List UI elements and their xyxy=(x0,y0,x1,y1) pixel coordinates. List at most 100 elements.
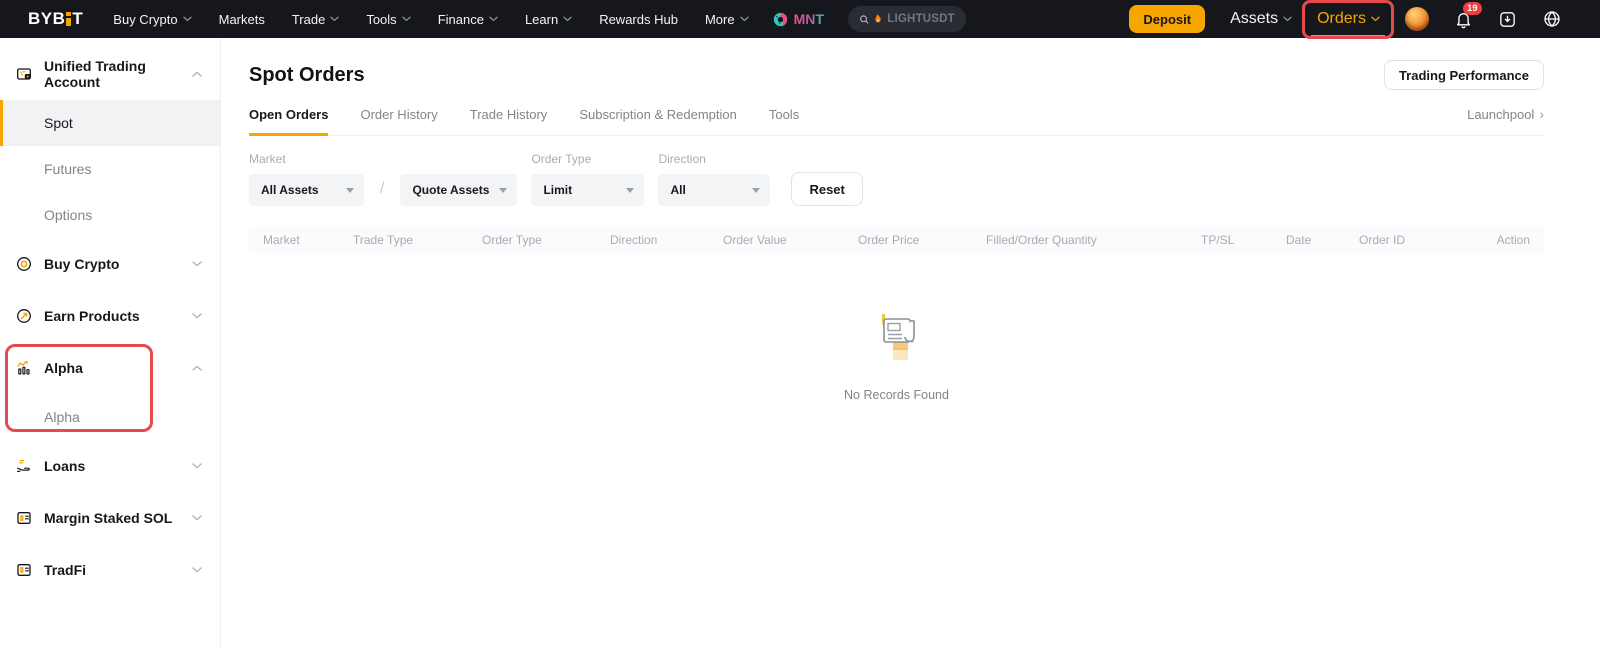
empty-state: No Records Found xyxy=(249,308,1544,402)
globe-icon xyxy=(1542,9,1562,29)
nav-item-label: Trade xyxy=(292,12,325,27)
base-asset-select[interactable]: All Assets xyxy=(249,174,364,206)
sidebar-item-label: Futures xyxy=(44,161,91,177)
nav-item-label: Markets xyxy=(219,12,265,27)
trading-performance-button[interactable]: Trading Performance xyxy=(1384,60,1544,90)
column-header-tp-sl: TP/SL xyxy=(1201,233,1286,247)
nav-menu: Buy Crypto Markets Trade Tools Finance L… xyxy=(113,12,748,27)
mnt-token-label: MNT xyxy=(794,11,824,27)
chevron-down-icon xyxy=(192,313,202,319)
nav-item-learn[interactable]: Learn xyxy=(525,12,572,27)
column-header-filled-order-quantity: Filled/Order Quantity xyxy=(986,233,1201,247)
orders-menu[interactable]: Orders xyxy=(1317,10,1380,28)
search-input[interactable]: LIGHTUSDT xyxy=(848,6,966,32)
search-placeholder: LIGHTUSDT xyxy=(887,13,955,25)
column-header-order-type: Order Type xyxy=(482,233,610,247)
download-app-button[interactable] xyxy=(1498,10,1517,29)
page-title: Spot Orders xyxy=(249,64,365,87)
sidebar-item-earn-products[interactable]: Earn Products xyxy=(0,290,220,342)
nav-item-finance[interactable]: Finance xyxy=(438,12,498,27)
nav-item-more[interactable]: More xyxy=(705,12,749,27)
tradfi-icon xyxy=(16,562,32,578)
tabs: Open Orders Order History Trade History … xyxy=(249,107,799,135)
order-type-select[interactable]: Limit xyxy=(531,174,644,206)
flame-icon xyxy=(874,13,882,25)
sidebar-item-options[interactable]: Options xyxy=(0,192,220,238)
filters-bar: Market All Assets / Quote Assets Order T… xyxy=(249,152,1544,206)
caret-down-icon xyxy=(499,188,507,193)
tabs-row: Open Orders Order History Trade History … xyxy=(249,106,1544,136)
sidebar: Unified Trading Account Spot Futures Opt… xyxy=(0,38,221,647)
caret-down-icon xyxy=(626,188,634,193)
column-header-order-price: Order Price xyxy=(858,233,986,247)
sidebar-item-label: Alpha xyxy=(44,360,83,376)
chevron-down-icon xyxy=(1371,16,1380,22)
sidebar-item-tradfi[interactable]: TradFi xyxy=(0,544,220,596)
sidebar-item-alpha-sub[interactable]: Alpha xyxy=(0,394,220,440)
search-icon xyxy=(859,13,869,26)
nav-item-tools[interactable]: Tools xyxy=(366,12,410,27)
reset-button[interactable]: Reset xyxy=(791,172,862,206)
chevron-down-icon xyxy=(192,261,202,267)
notifications-button[interactable]: 19 xyxy=(1454,10,1473,29)
chevron-down-icon xyxy=(192,515,202,521)
market-filter-group: Market All Assets xyxy=(249,152,364,206)
sidebar-item-futures[interactable]: Futures xyxy=(0,146,220,192)
buy-crypto-icon xyxy=(16,256,32,272)
nav-item-trade[interactable]: Trade xyxy=(292,12,339,27)
sidebar-item-label: Earn Products xyxy=(44,308,140,324)
column-header-trade-type: Trade Type xyxy=(353,233,482,247)
tab-order-history[interactable]: Order History xyxy=(360,107,437,135)
sidebar-item-label: Options xyxy=(44,207,92,223)
caret-down-icon xyxy=(752,188,760,193)
sidebar-item-unified-trading-account[interactable]: Unified Trading Account xyxy=(0,48,220,100)
empty-state-message: No Records Found xyxy=(844,388,949,402)
nav-item-buy-crypto[interactable]: Buy Crypto xyxy=(113,12,191,27)
order-type-filter-label: Order Type xyxy=(531,152,644,166)
direction-select[interactable]: All xyxy=(658,174,770,206)
chevron-down-icon xyxy=(330,16,339,22)
sidebar-item-loans[interactable]: Loans xyxy=(0,440,220,492)
column-header-action: Action xyxy=(1478,233,1530,247)
sidebar-alpha-group: Alpha Alpha xyxy=(0,342,220,440)
chevron-down-icon xyxy=(1283,16,1292,22)
chevron-right-icon: › xyxy=(1539,106,1544,122)
nav-item-rewards-hub[interactable]: Rewards Hub xyxy=(599,12,678,27)
column-header-direction: Direction xyxy=(610,233,723,247)
nav-item-label: Rewards Hub xyxy=(599,12,678,27)
direction-filter-group: Direction All xyxy=(658,152,770,206)
deposit-button[interactable]: Deposit xyxy=(1129,5,1205,33)
page-header: Spot Orders Trading Performance xyxy=(249,60,1544,90)
tab-trade-history[interactable]: Trade History xyxy=(470,107,548,135)
sidebar-item-buy-crypto[interactable]: Buy Crypto xyxy=(0,238,220,290)
no-records-icon xyxy=(871,308,923,364)
mnt-token-link[interactable]: MNT xyxy=(773,11,824,27)
market-filter-label: Market xyxy=(249,152,364,166)
base-asset-value: All Assets xyxy=(261,183,319,197)
tab-subscription-redemption[interactable]: Subscription & Redemption xyxy=(579,107,737,135)
chevron-down-icon xyxy=(192,567,202,573)
nav-item-label: Tools xyxy=(366,12,396,27)
avatar[interactable] xyxy=(1405,7,1429,31)
sidebar-item-spot[interactable]: Spot xyxy=(0,100,220,146)
chevron-down-icon xyxy=(402,16,411,22)
column-header-order-value: Order Value xyxy=(723,233,858,247)
launchpool-label: Launchpool xyxy=(1467,107,1534,122)
language-button[interactable] xyxy=(1542,9,1562,29)
quote-asset-select[interactable]: Quote Assets xyxy=(400,174,517,206)
direction-value: All xyxy=(670,183,685,197)
launchpool-link[interactable]: Launchpool › xyxy=(1467,106,1544,135)
bybit-logo[interactable]: BYB T xyxy=(28,9,83,29)
column-header-order-id: Order ID xyxy=(1359,233,1478,247)
chevron-down-icon xyxy=(563,16,572,22)
assets-menu[interactable]: Assets xyxy=(1230,10,1292,28)
quote-asset-value: Quote Assets xyxy=(412,183,489,197)
nav-item-markets[interactable]: Markets xyxy=(219,12,265,27)
sidebar-item-alpha[interactable]: Alpha xyxy=(0,342,220,394)
chevron-down-icon xyxy=(183,16,192,22)
tab-tools[interactable]: Tools xyxy=(769,107,799,135)
tab-open-orders[interactable]: Open Orders xyxy=(249,107,328,135)
logo-i-mark xyxy=(66,12,71,26)
chevron-down-icon xyxy=(740,16,749,22)
sidebar-item-margin-staked-sol[interactable]: Margin Staked SOL xyxy=(0,492,220,544)
